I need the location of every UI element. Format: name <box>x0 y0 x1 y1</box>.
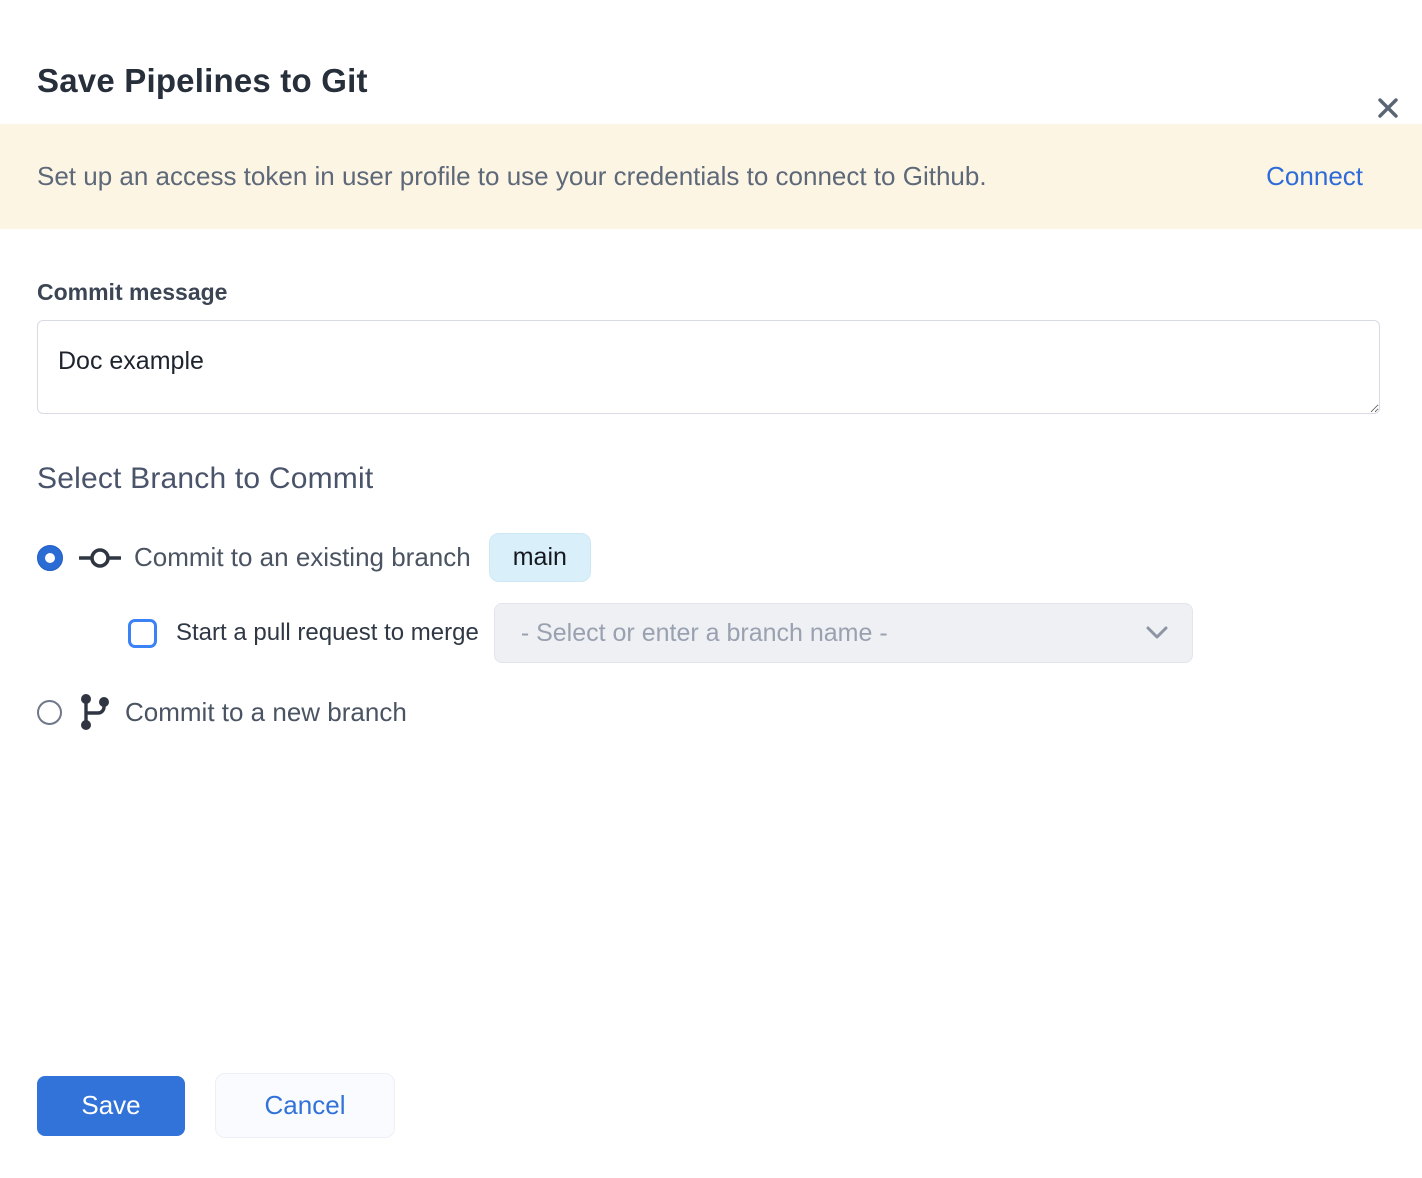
git-branch-icon <box>78 693 112 731</box>
pull-request-label[interactable]: Start a pull request to merge <box>176 619 479 647</box>
dialog-body: Commit message Doc example Select Branch… <box>0 279 1422 731</box>
cancel-button[interactable]: Cancel <box>215 1073 395 1138</box>
commit-message-label: Commit message <box>37 279 1380 306</box>
merge-branch-placeholder: - Select or enter a branch name - <box>521 619 888 648</box>
commit-message-input[interactable]: Doc example <box>37 320 1380 414</box>
access-token-banner: Set up an access token in user profile t… <box>0 124 1422 229</box>
branch-section-heading: Select Branch to Commit <box>37 462 1380 496</box>
page-title: Save Pipelines to Git <box>37 62 1385 100</box>
existing-branch-radio[interactable] <box>37 545 63 571</box>
current-branch-badge: main <box>489 533 591 582</box>
save-button[interactable]: Save <box>37 1076 185 1136</box>
save-pipelines-dialog: Save Pipelines to Git Set up an access t… <box>0 62 1422 731</box>
close-button[interactable] <box>1368 88 1408 128</box>
dialog-footer: Save Cancel <box>37 1073 395 1138</box>
chevron-down-icon <box>1146 626 1168 640</box>
pull-request-checkbox[interactable] <box>128 619 157 648</box>
existing-branch-label[interactable]: Commit to an existing branch <box>134 542 471 573</box>
pull-request-row: Start a pull request to merge - Select o… <box>128 603 1380 663</box>
new-branch-label[interactable]: Commit to a new branch <box>125 697 407 728</box>
close-icon <box>1374 94 1402 122</box>
merge-branch-dropdown[interactable]: - Select or enter a branch name - <box>494 603 1193 663</box>
new-branch-option[interactable]: Commit to a new branch <box>37 693 1380 731</box>
new-branch-radio[interactable] <box>37 700 62 725</box>
git-commit-icon <box>79 544 121 572</box>
connect-link[interactable]: Connect <box>1266 161 1363 192</box>
banner-message: Set up an access token in user profile t… <box>37 161 987 192</box>
existing-branch-option[interactable]: Commit to an existing branch main <box>37 533 1380 582</box>
